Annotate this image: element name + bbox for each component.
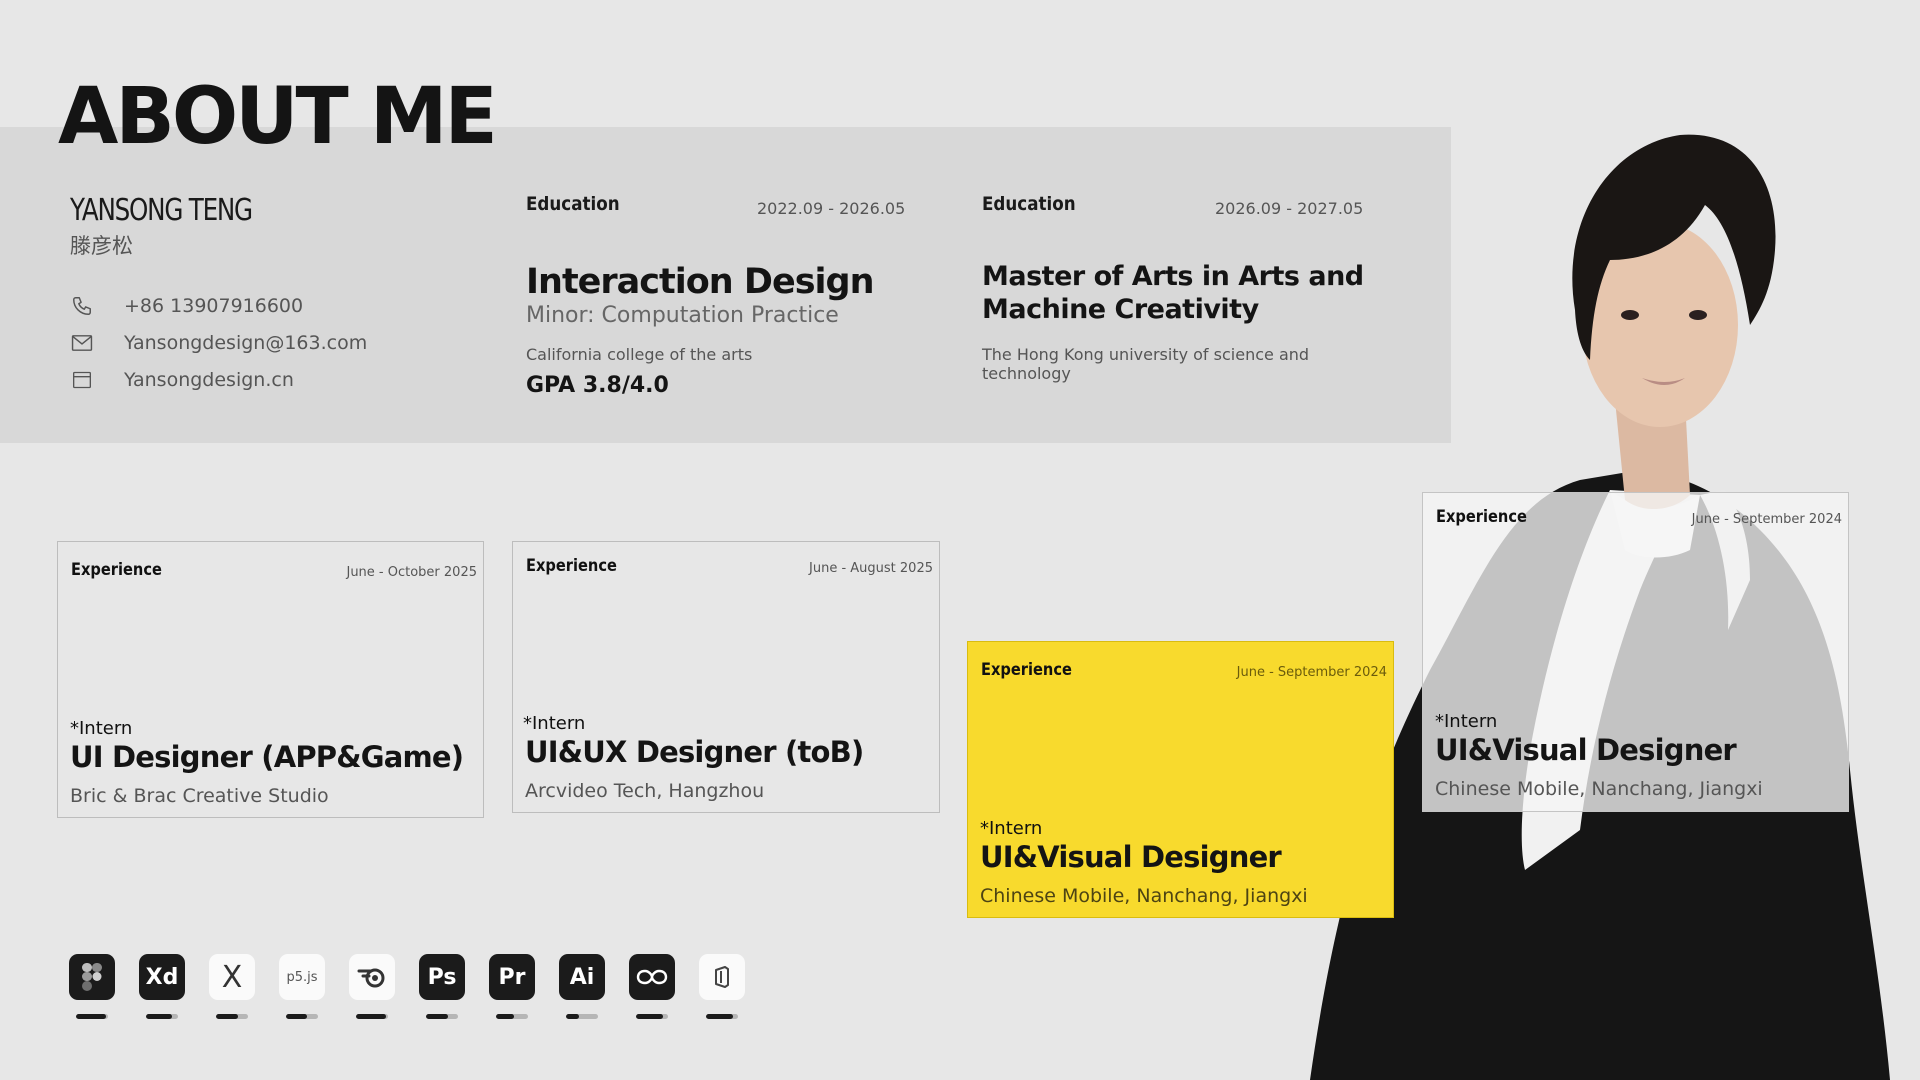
website-link[interactable]: Yansongdesign.cn xyxy=(124,369,294,391)
experience-company: Bric & Brac Creative Studio xyxy=(70,785,329,807)
experience-date: June - September 2024 xyxy=(1691,512,1842,527)
photoshop-icon: Ps xyxy=(419,954,465,1000)
experience-intern-tag: *Intern xyxy=(1435,711,1498,732)
office-icon xyxy=(699,954,745,1000)
experience-intern-tag: *Intern xyxy=(980,818,1043,839)
experience-role: UI&Visual Designer xyxy=(980,840,1282,874)
experience-card-1[interactable]: Experience June - October 2025 *Intern U… xyxy=(57,541,484,818)
p5js-icon: p5.js xyxy=(279,954,325,1000)
education-2-label: Education xyxy=(982,193,1076,215)
skill-level-bar xyxy=(636,1014,668,1019)
experience-role: UI&UX Designer (toB) xyxy=(525,735,864,769)
education-1-major: Interaction Design xyxy=(526,262,875,302)
tool-framer: X xyxy=(209,954,255,1019)
education-1-label: Education xyxy=(526,193,620,215)
tool-office xyxy=(699,954,745,1019)
experience-label: Experience xyxy=(71,560,162,580)
contact-phone: +86 13907916600 xyxy=(70,293,303,319)
phone-number[interactable]: +86 13907916600 xyxy=(124,295,303,317)
experience-company: Chinese Mobile, Nanchang, Jiangxi xyxy=(1435,778,1763,800)
profile-name-chinese: 滕彦松 xyxy=(70,234,133,258)
browser-window-icon xyxy=(70,368,94,392)
tool-illustrator: Ai xyxy=(559,954,605,1019)
skill-level-bar xyxy=(496,1014,528,1019)
experience-card-3[interactable]: Experience June - September 2024 *Intern… xyxy=(967,641,1394,918)
skill-level-bar xyxy=(706,1014,738,1019)
blender-icon xyxy=(349,954,395,1000)
infinity-icon xyxy=(629,954,675,1000)
premiere-icon: Pr xyxy=(489,954,535,1000)
experience-company: Chinese Mobile, Nanchang, Jiangxi xyxy=(980,885,1308,907)
illustrator-icon: Ai xyxy=(559,954,605,1000)
tool-adobe-xd: Xd xyxy=(139,954,185,1019)
experience-label: Experience xyxy=(981,660,1072,680)
experience-date: June - October 2025 xyxy=(346,565,477,580)
education-1-school: California college of the arts xyxy=(526,345,753,364)
mail-icon xyxy=(70,331,94,355)
contact-email: Yansongdesign@163.com xyxy=(70,330,367,356)
education-2-school: The Hong Kong university of science and … xyxy=(982,345,1310,383)
skill-level-bar xyxy=(356,1014,388,1019)
experience-company: Arcvideo Tech, Hangzhou xyxy=(525,780,765,802)
page-title: ABOUT ME xyxy=(58,72,498,162)
tool-photoshop: Ps xyxy=(419,954,465,1019)
skill-level-bar xyxy=(146,1014,178,1019)
skill-level-bar xyxy=(216,1014,248,1019)
experience-intern-tag: *Intern xyxy=(523,713,586,734)
skill-level-bar xyxy=(286,1014,318,1019)
experience-card-2[interactable]: Experience June - August 2025 *Intern UI… xyxy=(512,541,940,813)
framer-icon: X xyxy=(209,954,255,1000)
experience-card-4[interactable]: Experience June - September 2024 *Intern… xyxy=(1422,492,1849,812)
experience-label: Experience xyxy=(526,556,617,576)
skill-level-bar xyxy=(76,1014,108,1019)
tool-infinity xyxy=(629,954,675,1019)
tool-premiere: Pr xyxy=(489,954,535,1019)
experience-intern-tag: *Intern xyxy=(70,718,133,739)
experience-date: June - August 2025 xyxy=(809,561,933,576)
skill-level-bar xyxy=(566,1014,598,1019)
profile-name: YANSONG TENG xyxy=(70,193,253,228)
contact-website: Yansongdesign.cn xyxy=(70,367,294,393)
education-1-date: 2022.09 - 2026.05 xyxy=(757,199,906,218)
skill-level-bar xyxy=(426,1014,458,1019)
tool-blender xyxy=(349,954,395,1019)
experience-role: UI&Visual Designer xyxy=(1435,733,1737,767)
education-1-gpa: GPA 3.8/4.0 xyxy=(526,373,669,398)
phone-icon xyxy=(70,294,94,318)
experience-label: Experience xyxy=(1436,507,1527,527)
tool-p5js: p5.js xyxy=(279,954,325,1019)
tool-figma xyxy=(69,954,115,1019)
adobe-xd-icon: Xd xyxy=(139,954,185,1000)
experience-date: June - September 2024 xyxy=(1236,665,1387,680)
experience-role: UI Designer (APP&Game) xyxy=(70,740,464,774)
email-address[interactable]: Yansongdesign@163.com xyxy=(124,332,367,354)
figma-icon xyxy=(69,954,115,1000)
education-1-minor: Minor: Computation Practice xyxy=(526,303,839,328)
